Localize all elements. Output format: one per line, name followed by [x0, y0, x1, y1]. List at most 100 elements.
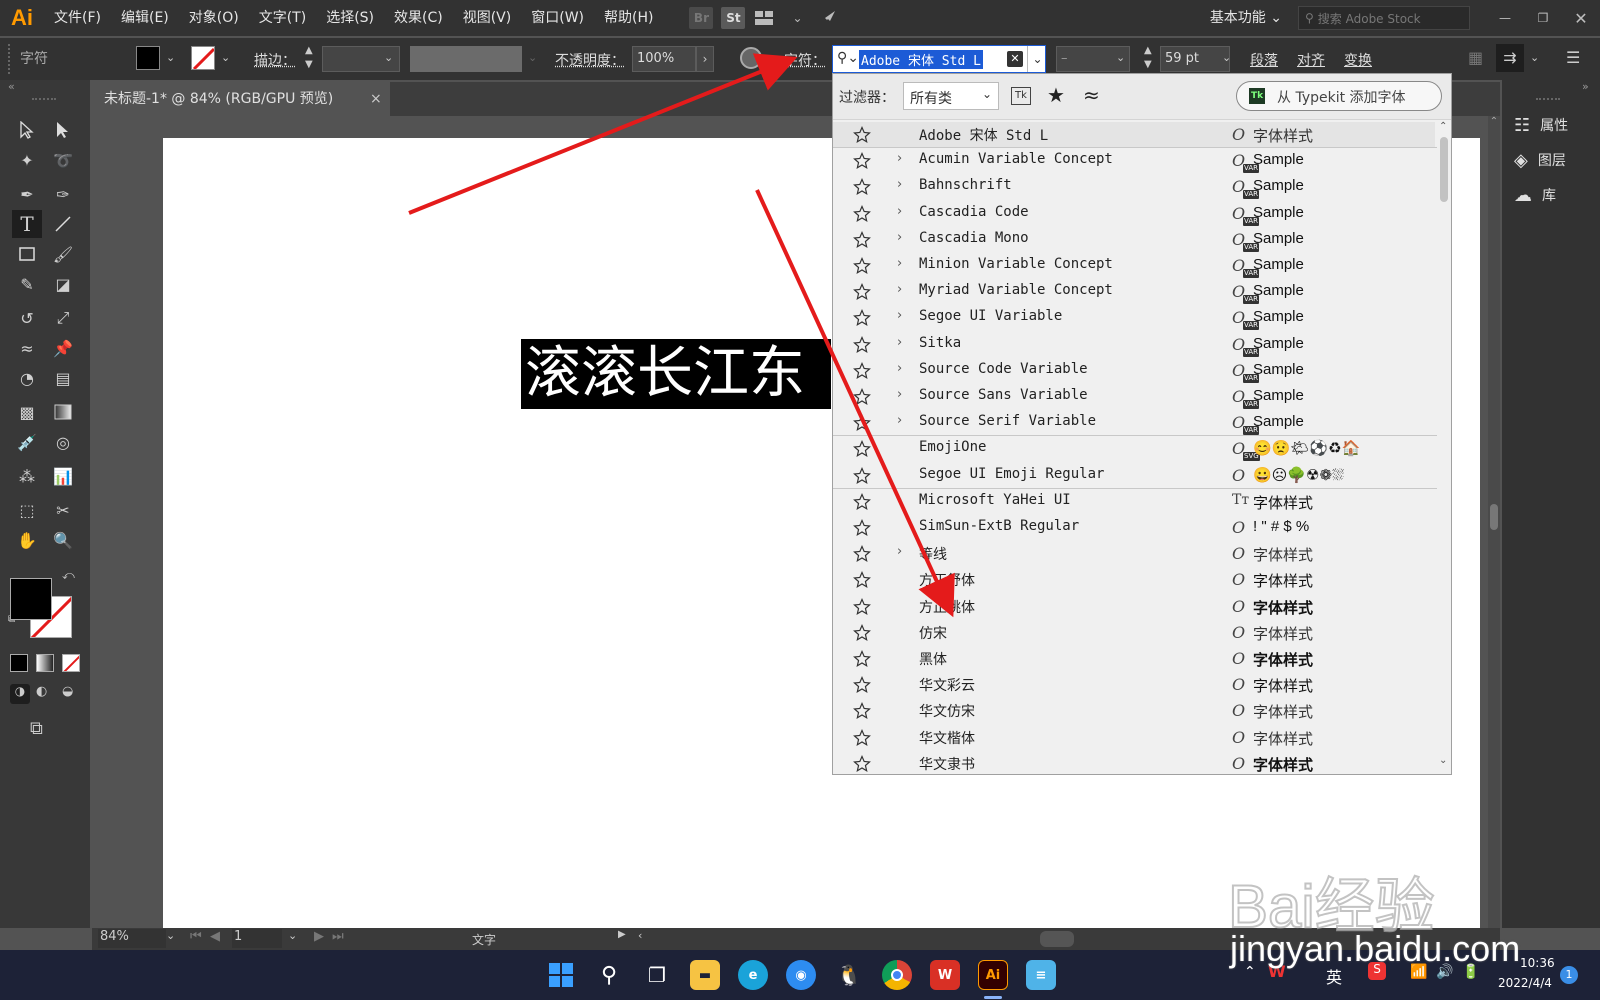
arrange-documents-icon[interactable] [753, 7, 777, 29]
text-flow-dropdown-icon[interactable]: ⌄ [1530, 51, 1539, 64]
menu-select[interactable]: 选择(S) [316, 0, 384, 36]
wps-icon[interactable]: W [930, 960, 960, 990]
expand-family-icon[interactable]: › [897, 282, 902, 297]
column-graph-tool-icon[interactable]: 📊 [48, 462, 78, 490]
expand-family-icon[interactable]: › [897, 308, 902, 323]
swap-colors-icon[interactable]: ⤺ [62, 568, 75, 583]
font-list-item[interactable]: 华文仿宋 O 字体样式 [833, 698, 1435, 724]
stroke-weight-dropdown-icon[interactable]: ⌄ [384, 51, 393, 64]
font-list-item[interactable]: › Source Serif Variable O VAR Sample [833, 410, 1435, 436]
expand-family-icon[interactable]: › [897, 335, 902, 350]
font-list-item[interactable]: › Acumin Variable Concept O VAR Sample [833, 148, 1435, 174]
font-list-item[interactable]: › Segoe UI Variable O VAR Sample [833, 305, 1435, 331]
expand-family-icon[interactable]: › [897, 151, 902, 166]
favorite-star-icon[interactable] [853, 388, 871, 406]
scroll-left-icon[interactable]: ‹ [638, 929, 642, 942]
close-tab-icon[interactable]: × [370, 82, 382, 116]
rectangle-tool-icon[interactable] [12, 240, 42, 268]
menu-file[interactable]: 文件(F) [44, 0, 111, 36]
typekit-filter-icon[interactable]: Tk [1011, 87, 1031, 105]
favorite-star-icon[interactable] [853, 361, 871, 380]
clock-time[interactable]: 10:36 [1520, 956, 1555, 970]
selected-text-object[interactable]: 滚滚长江东 [521, 339, 831, 409]
properties-panel-tab[interactable]: ☷ 属性 [1514, 110, 1568, 140]
layers-panel-tab[interactable]: ◈ 图层 [1514, 145, 1566, 175]
shaper-tool-icon[interactable]: ✎ [12, 270, 42, 298]
favorites-filter-icon[interactable]: ★ [1047, 83, 1065, 107]
first-artboard-icon[interactable]: ⏮ [190, 929, 202, 944]
line-tool-icon[interactable] [48, 210, 78, 238]
draw-normal-icon[interactable]: ◑ [10, 684, 30, 704]
slice-tool-icon[interactable]: ✂ [48, 496, 78, 524]
blend-tool-icon[interactable]: ◎ [48, 428, 78, 456]
bridge-button[interactable]: Br [689, 7, 714, 29]
font-list-item[interactable]: › Minion Variable Concept O VAR Sample [833, 253, 1435, 279]
edge-browser-icon[interactable]: e [738, 960, 768, 990]
similar-fonts-icon[interactable]: ≈ [1083, 83, 1100, 107]
add-typekit-fonts-button[interactable]: Tk 从 Typekit 添加字体 [1236, 81, 1442, 111]
last-artboard-icon[interactable]: ⏭ [332, 929, 344, 944]
font-list-item[interactable]: 华文彩云 O 字体样式 [833, 672, 1435, 698]
menu-view[interactable]: 视图(V) [453, 0, 522, 36]
favorite-star-icon[interactable] [853, 152, 871, 170]
magic-wand-tool-icon[interactable]: ✦ [12, 146, 42, 174]
favorite-star-icon[interactable] [853, 545, 871, 563]
rotate-tool-icon[interactable]: ↺ [12, 304, 42, 332]
status-menu-icon[interactable]: ▶ [618, 929, 626, 940]
color-mode-icon[interactable] [10, 654, 28, 672]
font-family-value[interactable]: Adobe 宋体 Std L [859, 50, 983, 69]
font-family-field[interactable]: ⚲⌄ Adobe 宋体 Std L ✕ ⌄ [832, 45, 1046, 73]
font-list-item[interactable]: 方正舒体 O 字体样式 [833, 567, 1435, 593]
artboard-tool-icon[interactable]: ⬚ [12, 496, 42, 524]
opacity-arrow-icon[interactable]: › [696, 46, 714, 72]
dock-grip[interactable] [1536, 98, 1560, 101]
eraser-tool-icon[interactable]: ◪ [48, 270, 78, 298]
perspective-grid-tool-icon[interactable]: ▤ [48, 364, 78, 392]
draw-behind-icon[interactable]: ◐ [36, 684, 47, 699]
font-list-scrollbar[interactable]: ⌃ ⌄ [1437, 121, 1451, 773]
font-size-field[interactable]: 59 pt [1160, 46, 1230, 72]
font-list-item[interactable]: › Sitka O VAR Sample [833, 332, 1435, 358]
gradient-tool-icon[interactable] [48, 398, 78, 426]
fill-color-swatch[interactable] [10, 578, 52, 620]
favorite-star-icon[interactable] [853, 440, 871, 458]
libraries-panel-tab[interactable]: ☁ 库 [1514, 180, 1556, 210]
lasso-tool-icon[interactable]: ➰ [48, 146, 78, 174]
favorite-star-icon[interactable] [853, 492, 871, 511]
notification-badge[interactable]: 1 [1560, 966, 1578, 984]
font-list-item[interactable]: 方正姚体 O 字体样式 [833, 594, 1435, 620]
font-dropdown-icon[interactable]: ⌄ [1027, 46, 1047, 72]
previous-artboard-icon[interactable]: ◀ [210, 929, 220, 944]
stroke-label[interactable]: 描边： [254, 50, 296, 70]
minimize-icon[interactable]: — [1490, 7, 1520, 29]
gradient-mode-icon[interactable] [36, 654, 54, 672]
zoom-dropdown-icon[interactable]: ⌄ [166, 929, 175, 942]
favorite-star-icon[interactable] [853, 257, 871, 275]
expand-family-icon[interactable]: › [897, 204, 902, 219]
filter-select[interactable]: 所有类 ⌄ [903, 82, 999, 110]
scroll-down-icon[interactable]: ⌄ [1439, 755, 1447, 766]
type-tool-icon[interactable]: T [12, 210, 42, 238]
menu-edit[interactable]: 编辑(E) [111, 0, 179, 36]
horizontal-scrollbar-thumb[interactable] [1040, 931, 1074, 947]
illustrator-taskbar-icon[interactable]: Ai [978, 960, 1008, 990]
opacity-field[interactable]: 100% [632, 46, 696, 72]
menu-effect[interactable]: 效果(C) [384, 0, 453, 36]
menu-type[interactable]: 文字(T) [249, 0, 316, 36]
opacity-label[interactable]: 不透明度： [555, 50, 625, 70]
meeting-app-icon[interactable]: ◉ [786, 960, 816, 990]
favorite-star-icon[interactable] [853, 230, 871, 249]
tray-overflow-icon[interactable]: ⌃ [1244, 964, 1256, 980]
grid-icon[interactable]: ▦ [1468, 48, 1483, 67]
notepad-icon[interactable]: ≡ [1026, 960, 1056, 990]
symbol-sprayer-tool-icon[interactable]: ⁂ [12, 462, 42, 490]
font-list-item[interactable]: › Cascadia Code O VAR Sample [833, 201, 1435, 227]
canvas-scroll-thumb[interactable] [1490, 504, 1498, 530]
favorite-star-icon[interactable] [853, 335, 871, 354]
favorite-star-icon[interactable] [853, 597, 871, 616]
chrome-icon[interactable] [882, 960, 912, 990]
clock-date[interactable]: 2022/4/4 [1498, 976, 1552, 990]
stroke-dropdown-icon[interactable]: ⌄ [221, 51, 230, 64]
none-mode-icon[interactable] [62, 654, 80, 672]
task-view-icon[interactable]: ❐ [642, 960, 672, 990]
